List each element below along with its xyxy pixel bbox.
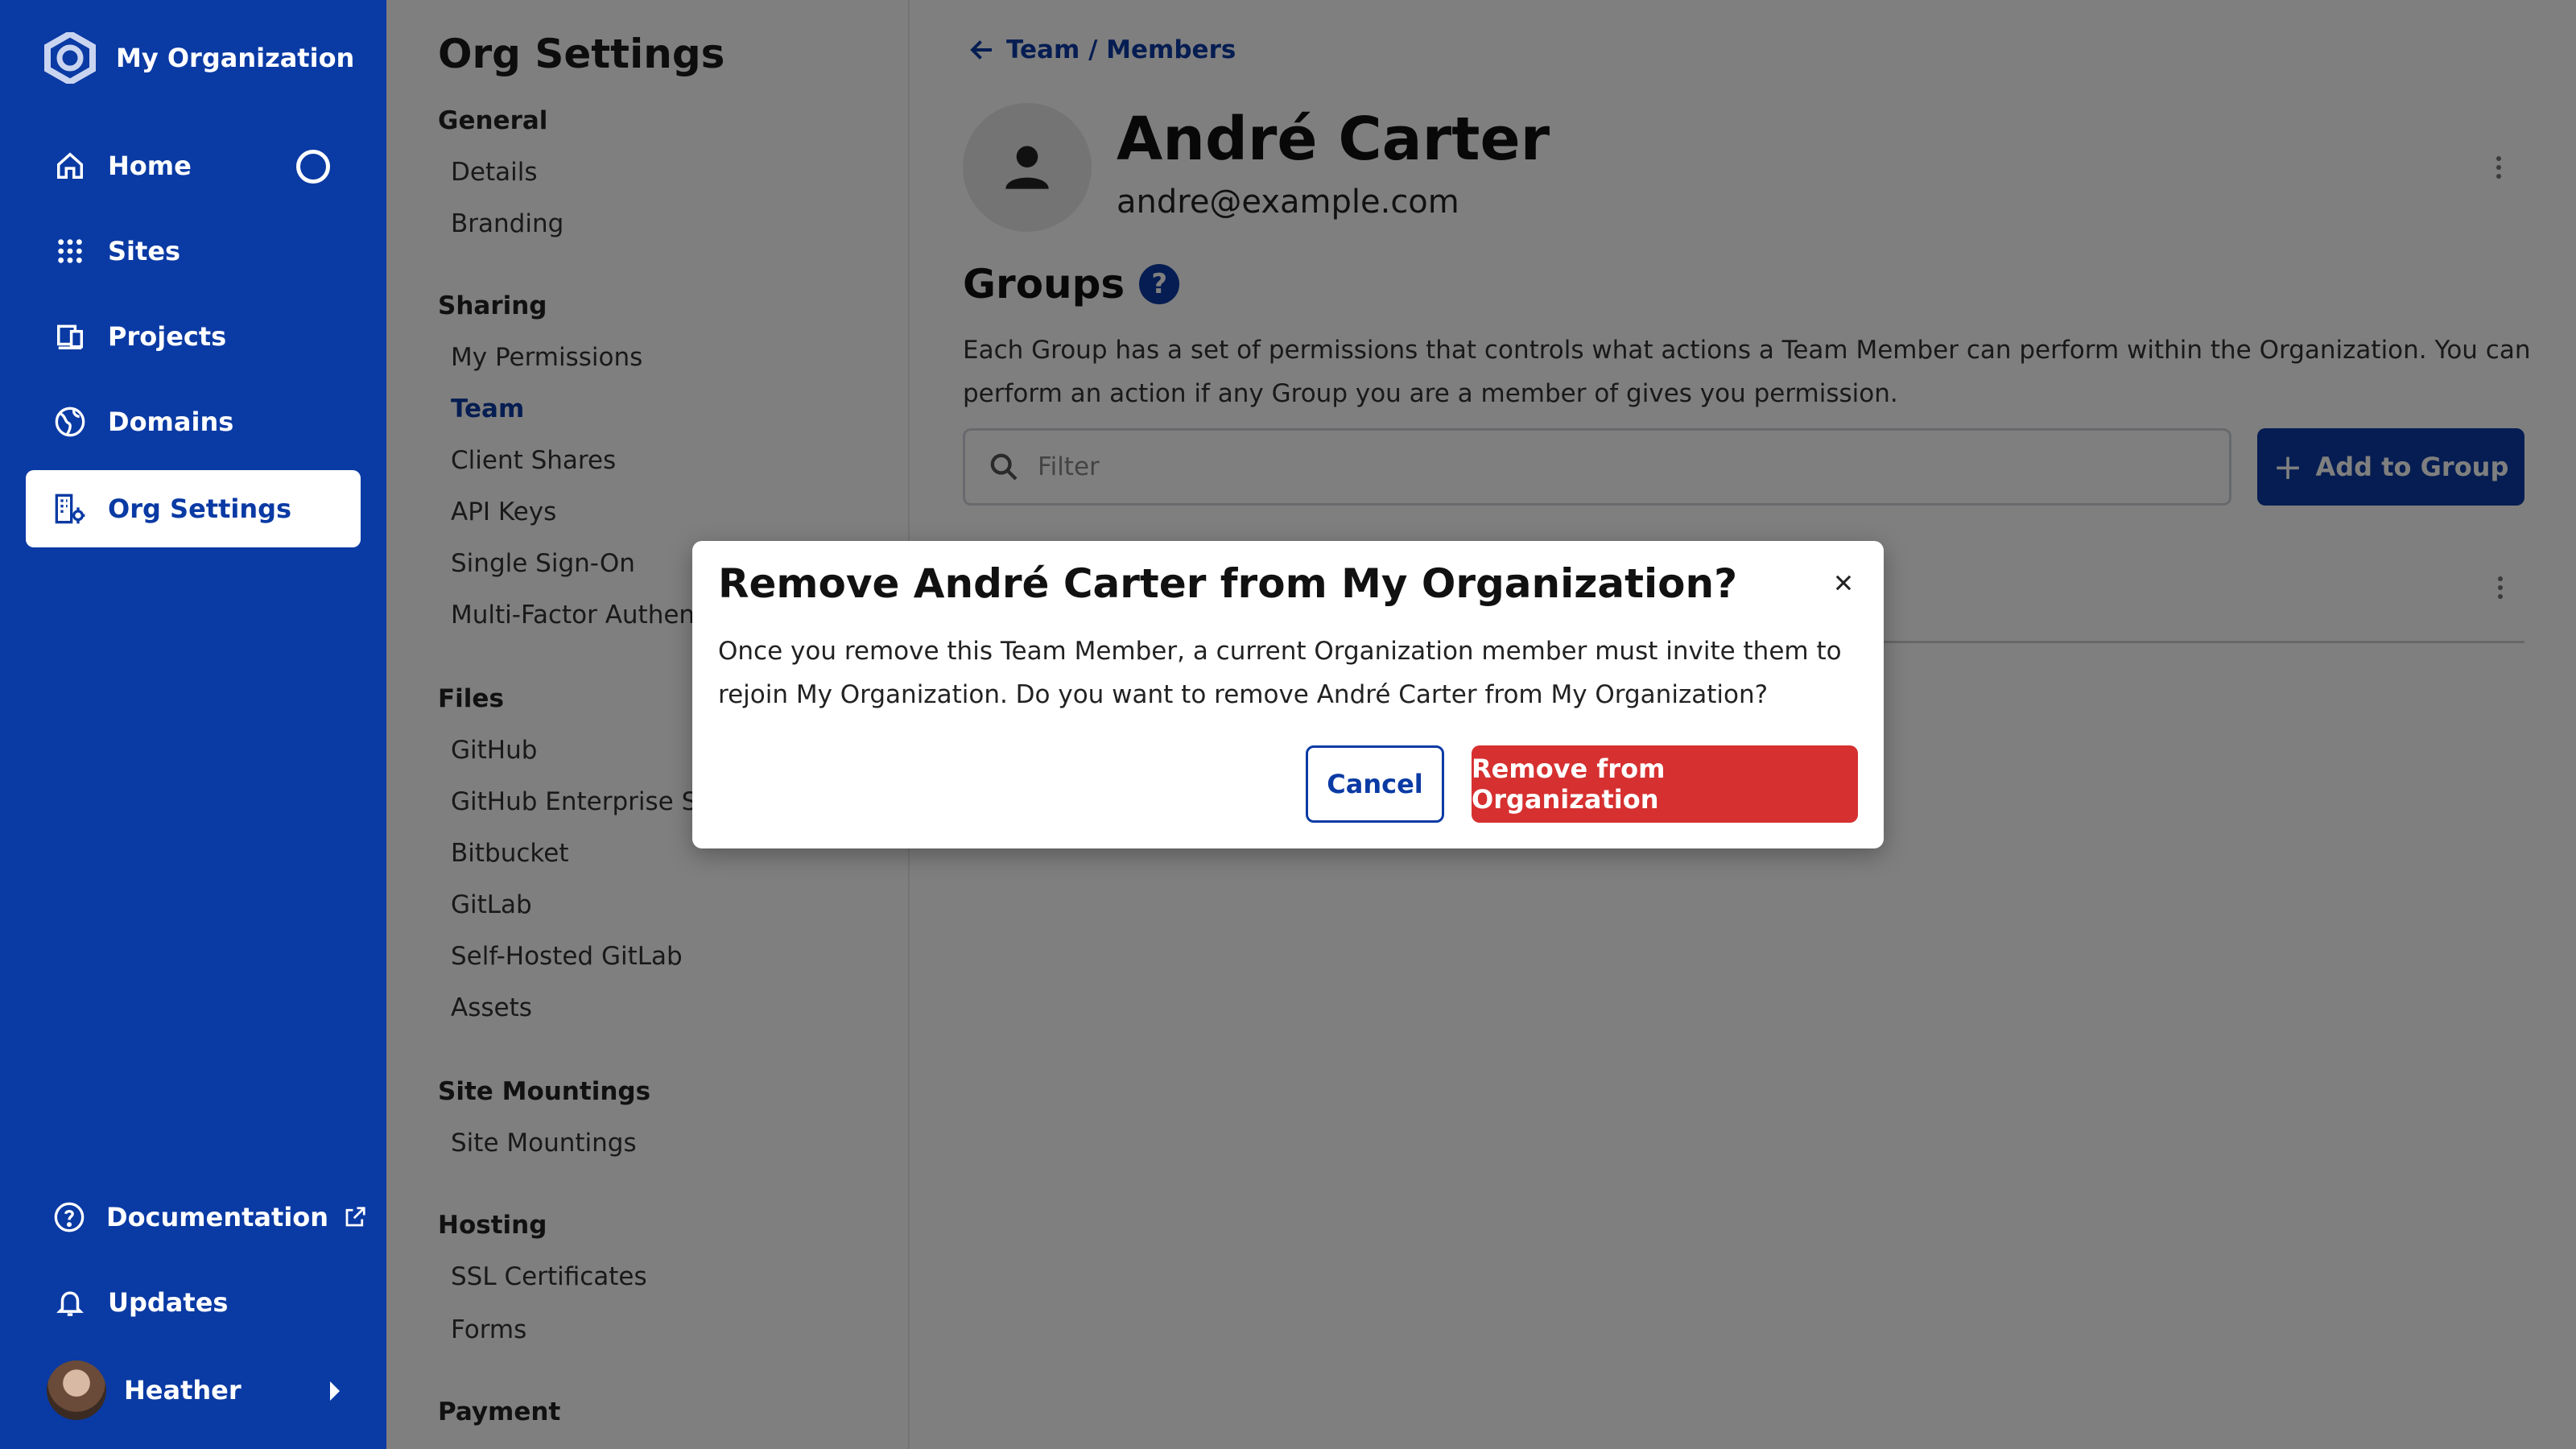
dialog-body: Once you remove this Team Member, a curr…: [718, 637, 1842, 709]
external-link-icon: [343, 1205, 367, 1229]
org-name: My Organization: [116, 43, 355, 73]
close-icon[interactable]: [1827, 567, 1860, 599]
nav-label: Documentation: [106, 1202, 329, 1232]
nav-label: Updates: [108, 1287, 229, 1318]
nav-label: Home: [108, 151, 192, 181]
avatar: [47, 1360, 106, 1420]
user-name: Heather: [124, 1375, 242, 1406]
org-logo-icon: [44, 32, 96, 84]
remove-from-organization-button[interactable]: Remove from Organization: [1472, 745, 1858, 823]
nav-item-sites[interactable]: Sites: [26, 213, 361, 290]
nav-label: Domains: [108, 407, 234, 437]
cancel-button[interactable]: Cancel: [1306, 745, 1444, 823]
status-indicator-icon: [296, 150, 330, 184]
nav-item-documentation[interactable]: Documentation: [26, 1179, 365, 1256]
nav-label: Org Settings: [108, 493, 292, 524]
primary-nav: My Organization Home Sites Projects Doma…: [0, 0, 386, 1449]
nav-label: Sites: [108, 236, 181, 266]
nav-item-projects[interactable]: Projects: [26, 298, 361, 375]
projects-icon: [53, 320, 87, 353]
nav-item-domains[interactable]: Domains: [26, 383, 361, 460]
nav-item-updates[interactable]: Updates: [26, 1264, 361, 1341]
home-icon: [53, 149, 87, 183]
dialog-title: Remove André Carter from My Organization…: [718, 560, 1738, 607]
org-settings-icon: [53, 492, 87, 526]
remove-member-dialog: Remove André Carter from My Organization…: [692, 541, 1884, 848]
help-circle-icon: [53, 1200, 85, 1234]
nav-label: Projects: [108, 321, 227, 352]
nav-item-org-settings[interactable]: Org Settings: [26, 470, 361, 547]
org-switcher[interactable]: My Organization: [42, 32, 354, 84]
caret-right-icon[interactable]: [330, 1381, 340, 1401]
user-menu[interactable]: Heather: [47, 1360, 242, 1420]
grid-icon: [53, 234, 87, 268]
globe-icon: [53, 405, 87, 439]
bell-icon: [53, 1286, 87, 1319]
